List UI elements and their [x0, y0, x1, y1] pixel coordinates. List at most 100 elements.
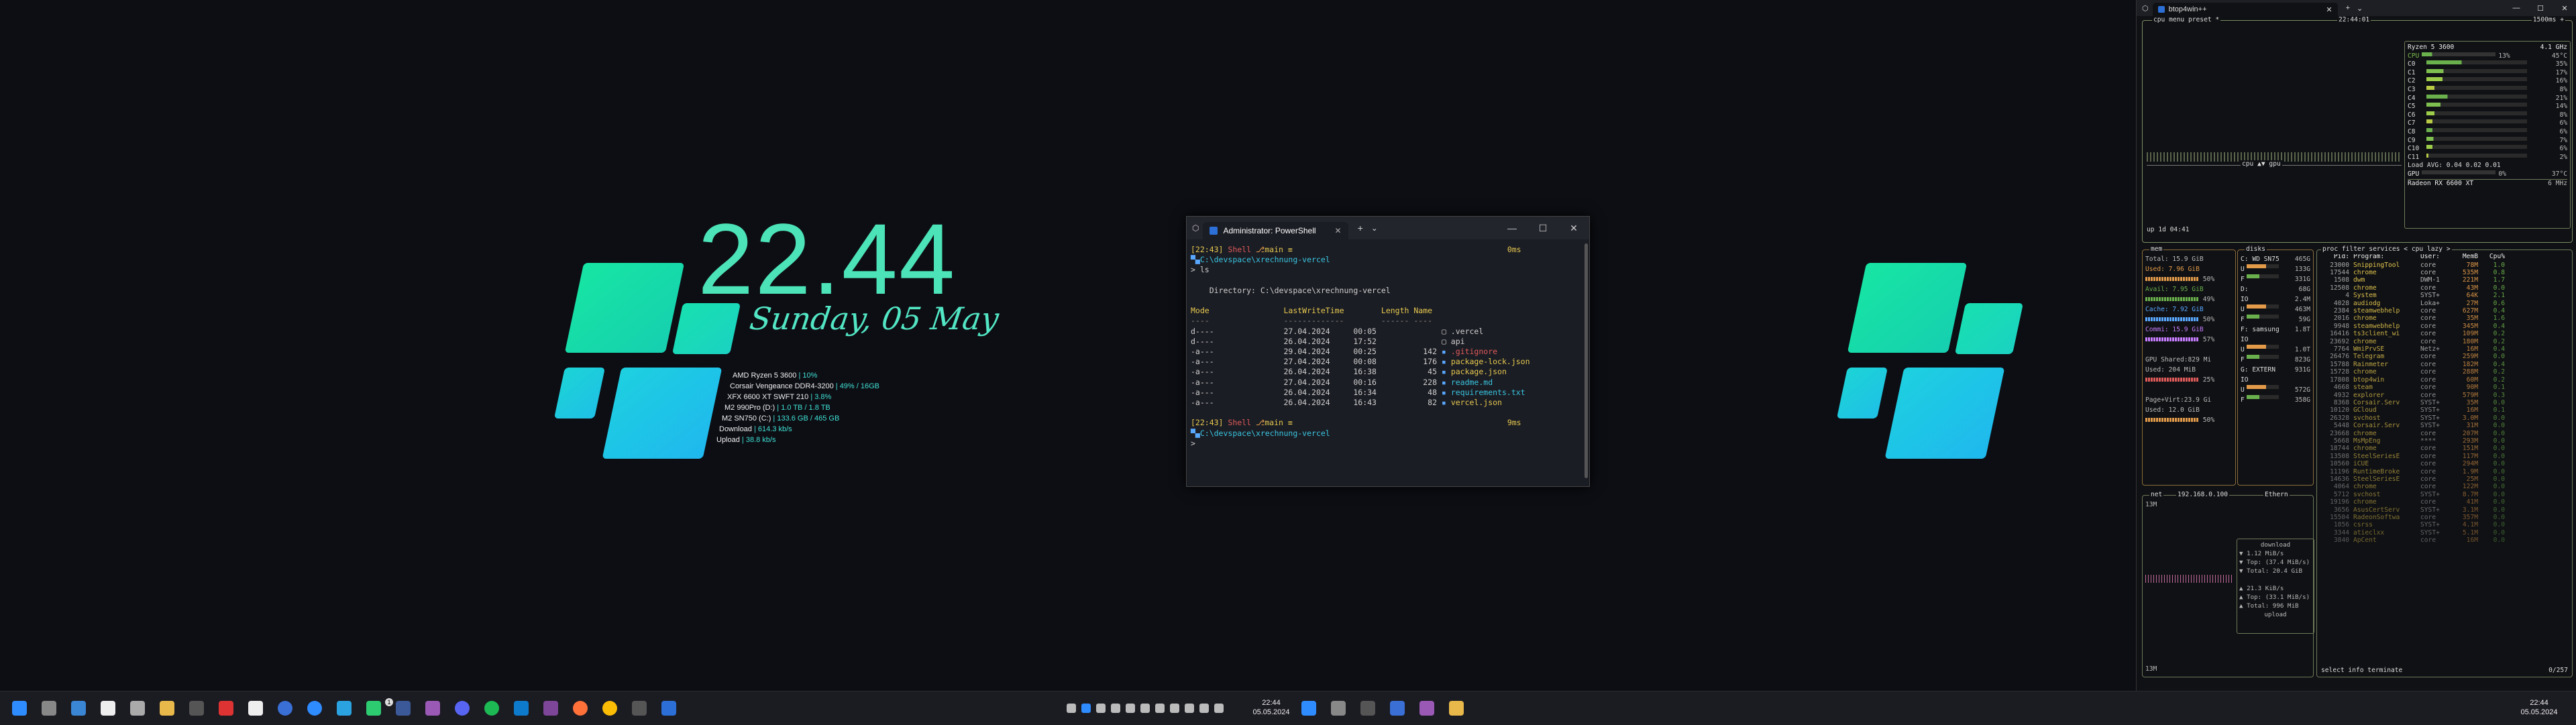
process-row[interactable]: 17808 btop4win core 60M 0.2	[2320, 376, 2569, 384]
minimize-button[interactable]: —	[1497, 223, 1527, 233]
proc-columns[interactable]: Pid: Program: User: MemB Cpu%	[2320, 253, 2569, 262]
obsidian-icon[interactable]	[425, 701, 440, 716]
discord-icon[interactable]	[455, 701, 470, 716]
maximize-button[interactable]: ☐	[2528, 4, 2553, 13]
mic-tray-icon[interactable]	[1170, 704, 1179, 713]
settings-icon[interactable]	[130, 701, 145, 716]
tab-close-icon[interactable]: ✕	[2326, 5, 2332, 14]
obsidian-icon-2[interactable]	[1419, 701, 1434, 716]
btop-task-icon[interactable]	[632, 701, 647, 716]
maximize-button[interactable]: ☐	[1527, 223, 1558, 234]
terminal-icon[interactable]	[189, 701, 204, 716]
whatsapp-icon[interactable]	[366, 701, 381, 716]
teamspeak-icon-2[interactable]	[1390, 701, 1405, 716]
process-row[interactable]: 1856 csrss SYST+ 4.1M 0.0	[2320, 521, 2569, 528]
process-row[interactable]: 23668 chrome core 207M 0.0	[2320, 430, 2569, 437]
water-tray-icon[interactable]	[1126, 704, 1135, 713]
process-row[interactable]: 23000 SnippingTool core 78M 1.0	[2320, 262, 2569, 269]
process-row[interactable]: 4932 explorer core 579M 0.3	[2320, 392, 2569, 399]
task-view-icon[interactable]	[42, 701, 56, 716]
tab-dropdown-button[interactable]: ⌄	[2357, 4, 2363, 13]
gpu-tray-icon[interactable]	[1096, 704, 1106, 713]
task-view-icon-2[interactable]	[1331, 701, 1346, 716]
process-row[interactable]: 12508 chrome core 43M 0.0	[2320, 284, 2569, 292]
clock-app-icon[interactable]	[101, 701, 115, 716]
new-tab-button[interactable]: +	[2346, 4, 2350, 12]
spotify-icon[interactable]	[484, 701, 499, 716]
proc-header[interactable]: proc filter services < cpu lazy >	[2321, 245, 2452, 254]
redapp-icon[interactable]	[219, 701, 233, 716]
telegram-icon[interactable]	[337, 701, 352, 716]
powershell-task-icon[interactable]	[661, 701, 676, 716]
btop-window[interactable]: ⬡ btop4win++ ✕ + ⌄ — ☐ ✕ cpu menu preset…	[2136, 0, 2576, 691]
terminal-scrollbar[interactable]	[1585, 243, 1588, 478]
process-row[interactable]: 7764 WmiPrvSE Netz+ 16M 0.4	[2320, 345, 2569, 353]
process-row[interactable]: 4668 steam core 90M 0.1	[2320, 384, 2569, 391]
process-row[interactable]: 11196 RuntimeBroke core 1.9M 0.0	[2320, 468, 2569, 476]
minimize-button[interactable]: —	[2504, 4, 2528, 12]
process-row[interactable]: 5448 Corsair.Serv SYST+ 31M 0.0	[2320, 422, 2569, 429]
terminal-titlebar[interactable]: ⬡ Administrator: PowerShell ✕ + ⌄ — ☐ ✕	[1187, 217, 1589, 239]
usb-tray-icon[interactable]	[1155, 704, 1165, 713]
volume-icon[interactable]	[1214, 704, 1224, 713]
cpu-interval[interactable]: 1500ms +	[2531, 16, 2565, 25]
process-row[interactable]: 15504 RadeonSoftwa core 357M 0.0	[2320, 514, 2569, 521]
process-row[interactable]: 26476 Telegram core 259M 0.0	[2320, 353, 2569, 360]
cursor-line[interactable]: >	[1191, 439, 1200, 448]
taskbar-clock-left[interactable]: 22:44 05.05.2024	[1248, 698, 1295, 717]
onedrive-tray-icon[interactable]	[1140, 704, 1150, 713]
close-button[interactable]: ✕	[2553, 4, 2576, 13]
btop-tab[interactable]: btop4win++ ✕	[2152, 3, 2338, 16]
windows-start-icon-2[interactable]	[1301, 701, 1316, 716]
chevron-up-icon[interactable]	[1067, 704, 1076, 713]
process-row[interactable]: 15728 chrome core 288M 0.2	[2320, 368, 2569, 376]
tor-icon[interactable]	[543, 701, 558, 716]
process-row[interactable]: 1508 dwm DWM-1 221M 1.7	[2320, 276, 2569, 284]
process-row[interactable]: 13508 SteelSeriesE core 117M 0.0	[2320, 453, 2569, 460]
process-row[interactable]: 5712 svchost SYST+ 8.7M 0.0	[2320, 491, 2569, 498]
process-row[interactable]: 4028 audiodg Loka+ 27M 0.6	[2320, 300, 2569, 307]
process-row[interactable]: 18744 chrome core 151M 0.0	[2320, 445, 2569, 452]
process-row[interactable]: 16416 ts3client_wi core 109M 0.2	[2320, 330, 2569, 337]
terminal-tab[interactable]: Administrator: PowerShell ✕	[1203, 222, 1348, 239]
edge-tab-icon[interactable]	[71, 701, 86, 716]
process-row[interactable]: 3656 AsusCertServ SYST+ 3.1M 0.0	[2320, 506, 2569, 514]
chrome-blue-icon[interactable]	[307, 701, 322, 716]
btop-titlebar[interactable]: ⬡ btop4win++ ✕ + ⌄ — ☐ ✕	[2137, 0, 2576, 16]
tab-close-icon[interactable]: ✕	[1335, 226, 1342, 235]
file-explorer-icon-2[interactable]	[1449, 701, 1464, 716]
process-row[interactable]: 15788 Rainmeter core 182M 0.4	[2320, 361, 2569, 368]
terminal-icon-2[interactable]	[1360, 701, 1375, 716]
process-row[interactable]: 2384 steamwebhelp core 627M 0.4	[2320, 307, 2569, 315]
process-row[interactable]: 4064 chrome core 122M 0.0	[2320, 483, 2569, 490]
network-icon[interactable]	[1199, 704, 1209, 713]
process-row[interactable]: 3344 atieclxx SYST+ 5.1M 0.0	[2320, 529, 2569, 537]
process-row[interactable]: 19196 chrome core 41M 0.0	[2320, 498, 2569, 506]
process-row[interactable]: 14636 SteelSeriesE core 25M 0.0	[2320, 476, 2569, 483]
tray-app-icon[interactable]	[1081, 704, 1091, 713]
process-row[interactable]: 8368 Corsair.Serv SYST+ 35M 0.0	[2320, 399, 2569, 406]
process-row[interactable]: 5668 MsMpEng **** 293M 0.0	[2320, 437, 2569, 445]
steam-tray-icon[interactable]	[1111, 704, 1120, 713]
teamspeak-icon[interactable]	[278, 701, 292, 716]
terminal-output[interactable]: [22:43] Shell ⎇main ≡ 0ms ▀▄C:\devspace\x…	[1187, 239, 1589, 454]
process-row[interactable]: 3840 ApCent core 16M 0.0	[2320, 537, 2569, 544]
process-row[interactable]: 4 System SYST+ 64K 2.1	[2320, 292, 2569, 299]
windows-start-icon[interactable]	[12, 701, 27, 716]
powershell-window[interactable]: ⬡ Administrator: PowerShell ✕ + ⌄ — ☐ ✕ …	[1186, 216, 1590, 487]
process-row[interactable]: 10560 iCUE core 294M 0.0	[2320, 460, 2569, 467]
tab-dropdown-button[interactable]: ⌄	[1371, 223, 1378, 233]
cpu-panel-header[interactable]: cpu menu preset *	[2152, 16, 2221, 25]
process-row[interactable]: 23692 chrome core 180M 0.2	[2320, 338, 2569, 345]
file-explorer-icon[interactable]	[160, 701, 174, 716]
display-tray-icon[interactable]	[1185, 704, 1194, 713]
taskbar-clock-right[interactable]: 22:44 05.05.2024	[2516, 698, 2563, 717]
facebook-icon[interactable]	[396, 701, 411, 716]
chrome-icon[interactable]	[602, 701, 617, 716]
process-row[interactable]: 10120 GCloud SYST+ 16M 0.1	[2320, 406, 2569, 414]
process-row[interactable]: 26328 svchost SYST+ 3.0M 0.0	[2320, 414, 2569, 422]
process-row[interactable]: 2016 chrome core 35M 1.6	[2320, 315, 2569, 322]
new-tab-button[interactable]: +	[1358, 223, 1363, 233]
proc-footer[interactable]: select info terminate	[2321, 667, 2402, 675]
process-row[interactable]: 9948 steamwebhelp core 345M 0.4	[2320, 323, 2569, 330]
